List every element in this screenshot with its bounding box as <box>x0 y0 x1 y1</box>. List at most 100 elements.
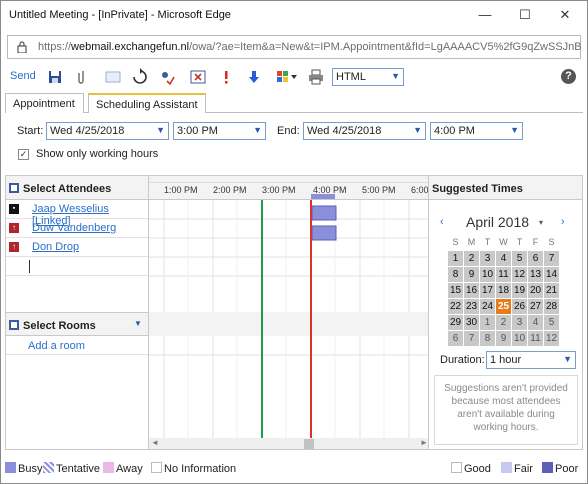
calendar-day[interactable]: 14 <box>543 265 560 283</box>
calendar-day[interactable]: 8 <box>479 329 496 347</box>
attendees-header[interactable]: Select Attendees <box>6 176 148 200</box>
legend-busy: Busy <box>5 462 42 475</box>
add-attendee-input[interactable] <box>6 257 148 276</box>
calendar-day[interactable]: 27 <box>527 297 544 315</box>
calendar-day[interactable]: 1 <box>447 249 464 267</box>
calendar-day[interactable]: 9 <box>463 265 480 283</box>
next-month-button[interactable]: › <box>561 216 565 228</box>
attach-icon[interactable] <box>78 68 88 86</box>
end-time-select[interactable]: 4:00 PM ▼ <box>430 122 523 140</box>
calendar-day[interactable]: 10 <box>511 329 528 347</box>
weekday-label: M <box>467 236 476 247</box>
add-room-link[interactable]: Add a room <box>28 340 85 352</box>
browser-window: Untitled Meeting - [InPrivate] - Microso… <box>0 0 588 484</box>
calendar-day[interactable]: 12 <box>543 329 560 347</box>
end-date-select[interactable]: Wed 4/25/2018 ▼ <box>303 122 426 140</box>
close-button[interactable]: ✕ <box>545 1 585 29</box>
calendar-day[interactable]: 12 <box>511 265 528 283</box>
calendar-day[interactable]: 16 <box>463 281 480 299</box>
calendar-day[interactable]: 9 <box>495 329 512 347</box>
month-dropdown-icon[interactable]: ▾ <box>539 218 543 227</box>
start-time-select[interactable]: 3:00 PM ▼ <box>173 122 266 140</box>
suggested-times-panel: Suggested Times ‹ April 2018 ▾ › SMTWTFS… <box>429 175 583 450</box>
print-icon[interactable] <box>308 68 324 86</box>
calendar-day[interactable]: 2 <box>463 249 480 267</box>
calendar-day[interactable]: 18 <box>495 281 512 299</box>
calendar-day[interactable]: 5 <box>511 249 528 267</box>
required-attendee-icon: ↑ <box>9 242 19 252</box>
calendar-day[interactable]: 3 <box>479 249 496 267</box>
categorize-icon[interactable] <box>276 68 298 86</box>
calendar-day[interactable]: 3 <box>511 313 528 331</box>
chevron-down-icon: ▼ <box>156 125 165 135</box>
start-date-select[interactable]: Wed 4/25/2018 ▼ <box>46 122 169 140</box>
attendee-name[interactable]: Duw Vandenberg <box>32 222 116 234</box>
legend-fair: Fair <box>501 462 533 475</box>
rooms-header[interactable]: Select Rooms ▼ <box>6 312 148 336</box>
chevron-down-icon[interactable]: ▼ <box>134 319 142 328</box>
calendar-day[interactable]: 13 <box>527 265 544 283</box>
start-label: Start: <box>17 125 44 137</box>
calendar-day[interactable]: 6 <box>447 329 464 347</box>
calendar-day[interactable]: 4 <box>495 249 512 267</box>
attendee-name[interactable]: Don Drop <box>32 241 79 253</box>
calendar-day[interactable]: 7 <box>543 249 560 267</box>
calendar-day[interactable]: 8 <box>447 265 464 283</box>
insert-picture-icon[interactable] <box>105 68 121 86</box>
high-importance-icon[interactable] <box>222 68 230 86</box>
duration-select[interactable]: 1 hour ▼ <box>486 351 576 369</box>
send-button[interactable]: Send <box>10 70 36 82</box>
text-cursor <box>29 260 30 273</box>
calendar-day[interactable]: 17 <box>479 281 496 299</box>
month-label[interactable]: April 2018 <box>466 214 529 230</box>
tab-appointment[interactable]: Appointment <box>5 93 84 113</box>
calendar-day[interactable]: 29 <box>447 313 464 331</box>
calendar-day[interactable]: 26 <box>511 297 528 315</box>
prev-month-button[interactable]: ‹ <box>440 216 444 228</box>
calendar-week-row: 8 9 10 11 12 13 14 <box>447 265 560 283</box>
address-bar[interactable]: https://webmail.exchangefun.nl/owa/?ae=I… <box>7 35 582 59</box>
weekday-label: T <box>484 236 491 247</box>
calendar-day-selected[interactable]: 25 <box>495 297 512 315</box>
cancel-invite-icon[interactable] <box>190 68 206 86</box>
maximize-button[interactable]: ☐ <box>505 1 545 29</box>
format-select[interactable]: HTML ▼ <box>332 68 404 86</box>
calendar-day[interactable]: 28 <box>543 297 560 315</box>
working-hours-checkbox[interactable]: ✓ <box>18 149 29 160</box>
recurrence-icon[interactable] <box>132 68 148 86</box>
attendee-panel: Select Attendees ▪ Jaap Wesselius [Linke… <box>5 175 148 450</box>
duration-label: Duration: <box>440 354 485 366</box>
tab-scheduling-assistant[interactable]: Scheduling Assistant <box>88 93 206 113</box>
calendar-day[interactable]: 20 <box>527 281 544 299</box>
scroll-left-arrow[interactable]: ◄ <box>151 438 159 447</box>
hour-label: 6:00 <box>411 185 429 195</box>
scroll-right-arrow[interactable]: ► <box>420 438 428 447</box>
calendar-day[interactable]: 15 <box>447 281 464 299</box>
weekday-label: F <box>532 236 539 247</box>
calendar-day[interactable]: 11 <box>527 329 544 347</box>
check-names-icon[interactable] <box>159 68 175 86</box>
calendar-day[interactable]: 23 <box>463 297 480 315</box>
help-button[interactable]: ? <box>561 69 576 84</box>
calendar-day[interactable]: 24 <box>479 297 496 315</box>
calendar-day[interactable]: 2 <box>495 313 512 331</box>
address-book-icon <box>9 183 19 193</box>
calendar-day[interactable]: 21 <box>543 281 560 299</box>
low-importance-icon[interactable] <box>248 68 260 86</box>
mini-calendar: S M T W T F S 1 2 3 4 5 6 7 8 9 10 11 12 13 14 15 16 17 18 19 20 21… <box>447 234 560 347</box>
tab-strip: Appointment Scheduling Assistant <box>5 93 583 113</box>
minimize-button[interactable]: — <box>465 1 505 29</box>
calendar-day[interactable]: 5 <box>543 313 560 331</box>
calendar-day[interactable]: 11 <box>495 265 512 283</box>
calendar-day[interactable]: 19 <box>511 281 528 299</box>
calendar-day[interactable]: 30 <box>463 313 480 331</box>
calendar-day[interactable]: 6 <box>527 249 544 267</box>
calendar-day[interactable]: 4 <box>527 313 544 331</box>
calendar-day[interactable]: 10 <box>479 265 496 283</box>
chevron-down-icon: ▼ <box>563 354 572 364</box>
calendar-day[interactable]: 22 <box>447 297 464 315</box>
calendar-day[interactable]: 7 <box>463 329 480 347</box>
save-icon[interactable] <box>48 68 62 86</box>
scheduling-grid: 1:00 PM 2:00 PM 3:00 PM 4:00 PM 5:00 PM … <box>148 175 429 450</box>
calendar-day[interactable]: 1 <box>479 313 496 331</box>
